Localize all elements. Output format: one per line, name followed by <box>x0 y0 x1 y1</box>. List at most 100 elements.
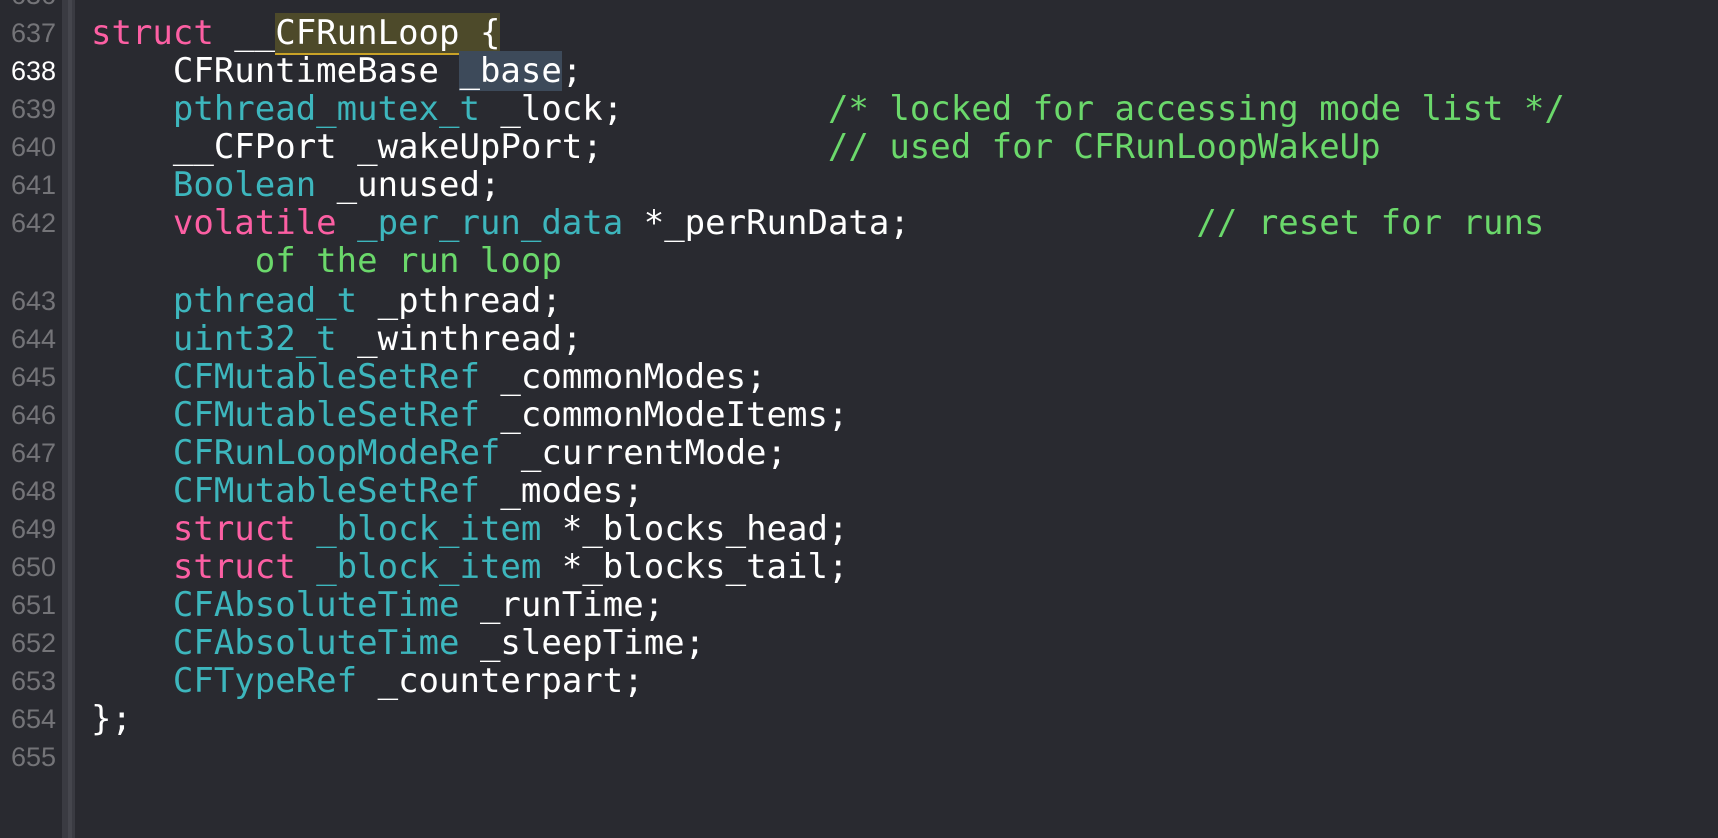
code-text: __ <box>213 13 276 53</box>
struct-name-highlight: CFRunLoop { <box>275 13 501 55</box>
keyword: volatile <box>172 203 337 243</box>
code-text: _pthread; <box>357 281 562 321</box>
line-number-current: 638 <box>10 56 56 86</box>
code-line-637[interactable]: struct __CFRunLoop { <box>91 12 501 55</box>
type-name: CFAbsoluteTime <box>172 623 460 663</box>
line-number: 640 <box>10 132 56 162</box>
code-text: _counterpart; <box>357 661 644 701</box>
keyword: struct <box>91 13 214 53</box>
code-line-639[interactable]: pthread_mutex_t _lock; /* locked for acc… <box>91 88 1565 130</box>
code-line-645[interactable]: CFMutableSetRef _commonModes; <box>91 356 767 398</box>
code-line-638[interactable]: CFRuntimeBase _base; <box>91 50 582 92</box>
line-number: 646 <box>10 400 56 430</box>
code-text: _sleepTime; <box>459 623 706 663</box>
comment: // used for CFRunLoopWakeUp <box>827 127 1381 167</box>
type-name: CFAbsoluteTime <box>172 585 460 625</box>
type-name: CFTypeRef <box>172 661 358 701</box>
line-number: 645 <box>10 362 56 392</box>
code-line-654[interactable]: }; <box>91 698 132 740</box>
code-line-642-wrap[interactable]: of the run loop <box>91 240 562 282</box>
code-text: _commonModes; <box>479 357 767 397</box>
type-name: pthread_t <box>172 281 358 321</box>
code-text: _winthread; <box>336 319 583 359</box>
type-name: CFRunLoopModeRef <box>172 433 501 473</box>
code-editor[interactable]: 636 637 638 639 640 641 642 643 644 645 … <box>0 0 1718 838</box>
keyword: struct <box>172 547 296 587</box>
keyword: struct <box>172 509 296 549</box>
line-number: 643 <box>10 286 56 316</box>
code-text: ; <box>561 51 583 91</box>
code-line-641[interactable]: Boolean _unused; <box>91 164 501 206</box>
line-number: 642 <box>10 208 56 238</box>
code-text: __CFPort _wakeUpPort; <box>172 127 828 167</box>
type-name: CFMutableSetRef <box>172 395 480 435</box>
type-name: CFMutableSetRef <box>172 471 480 511</box>
line-number: 650 <box>10 552 56 582</box>
code-line-647[interactable]: CFRunLoopModeRef _currentMode; <box>91 432 787 474</box>
type-name: uint32_t <box>172 319 337 359</box>
line-number: 654 <box>10 704 56 734</box>
line-number: 637 <box>10 18 56 48</box>
code-text: _unused; <box>316 165 501 205</box>
type-name: _per_run_data <box>357 203 624 243</box>
code-text: *_blocks_tail; <box>541 547 849 587</box>
comment: of the run loop <box>254 241 562 281</box>
comment: /* locked for accessing mode list */ <box>827 89 1565 129</box>
code-line-646[interactable]: CFMutableSetRef _commonModeItems; <box>91 394 849 436</box>
code-line-644[interactable]: uint32_t _winthread; <box>91 318 582 360</box>
code-line-648[interactable]: CFMutableSetRef _modes; <box>91 470 644 512</box>
type-name: _block_item <box>316 547 542 587</box>
code-text: }; <box>91 699 132 739</box>
code-line-640[interactable]: __CFPort _wakeUpPort; // used for CFRunL… <box>91 126 1381 168</box>
type-name: Boolean <box>172 165 317 205</box>
line-number: 647 <box>10 438 56 468</box>
code-line-653[interactable]: CFTypeRef _counterpart; <box>91 660 644 702</box>
type-name: _block_item <box>316 509 542 549</box>
line-number: 648 <box>10 476 56 506</box>
code-text: _lock; <box>479 89 828 129</box>
code-text: _commonModeItems; <box>479 395 849 435</box>
line-number: 639 <box>10 94 56 124</box>
code-text: *_perRunData; <box>623 203 1197 243</box>
line-number: 653 <box>10 666 56 696</box>
line-number: 655 <box>10 742 56 772</box>
gutter-divider-inner <box>68 0 72 838</box>
selected-identifier: _base <box>459 51 562 91</box>
comment: // reset for runs <box>1196 203 1545 243</box>
code-line-651[interactable]: CFAbsoluteTime _runTime; <box>91 584 664 626</box>
type-name: CFRuntimeBase <box>172 51 439 91</box>
code-line-643[interactable]: pthread_t _pthread; <box>91 280 562 322</box>
code-text: _currentMode; <box>500 433 787 473</box>
code-text: *_blocks_head; <box>541 509 849 549</box>
line-number: 649 <box>10 514 56 544</box>
code-line-652[interactable]: CFAbsoluteTime _sleepTime; <box>91 622 705 664</box>
code-line-649[interactable]: struct _block_item *_blocks_head; <box>91 508 849 550</box>
type-name: pthread_mutex_t <box>172 89 480 129</box>
code-line-642[interactable]: volatile _per_run_data *_perRunData; // … <box>91 202 1545 244</box>
code-text: _modes; <box>479 471 644 511</box>
code-line-650[interactable]: struct _block_item *_blocks_tail; <box>91 546 849 588</box>
line-number: 651 <box>10 590 56 620</box>
line-number: 644 <box>10 324 56 354</box>
type-name: CFMutableSetRef <box>172 357 480 397</box>
